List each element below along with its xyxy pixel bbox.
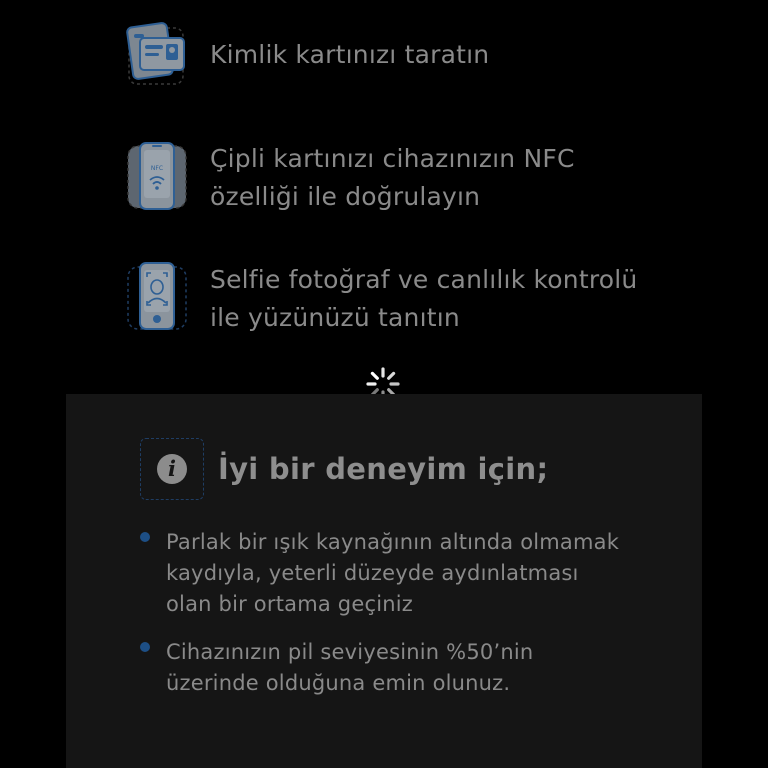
id-card-scan-icon — [126, 22, 188, 94]
step-scan-id-card: Kimlik kartınızı taratın — [126, 22, 489, 94]
bullet-dot-icon — [140, 642, 150, 652]
tip-text-battery: Cihazınızın pil seviyesinin %50’nin üzer… — [166, 640, 534, 695]
step-nfc-verify-text: Çipli kartınızı cihazınızın NFC özelliği… — [210, 144, 575, 211]
tips-list: Parlak bir ışık kaynağının altında olmam… — [140, 527, 660, 716]
nfc-phone-icon: NFC — [126, 140, 188, 212]
tip-item-lighting: Parlak bir ışık kaynağının altında olmam… — [140, 527, 660, 620]
face-scan-phone-icon — [126, 261, 188, 333]
tip-text-lighting: Parlak bir ışık kaynağının altında olmam… — [166, 530, 620, 616]
info-icon-frame: i — [140, 438, 204, 500]
tips-panel: i İyi bir deneyim için; Parlak bir ışık … — [66, 394, 702, 768]
step-selfie-liveness: Selfie fotoğraf ve canlılık kontrolü ile… — [126, 261, 637, 337]
verification-intro-screen: Kimlik kartınızı taratın NFC Çipli kartı… — [0, 0, 768, 768]
tip-item-battery: Cihazınızın pil seviyesinin %50’nin üzer… — [140, 637, 660, 699]
svg-text:NFC: NFC — [151, 165, 163, 172]
step-scan-id-card-text: Kimlik kartınızı taratın — [210, 40, 490, 69]
bullet-dot-icon — [140, 532, 150, 542]
step-selfie-liveness-text: Selfie fotoğraf ve canlılık kontrolü ile… — [210, 265, 638, 332]
step-nfc-verify: NFC Çipli kartınızı cihazınızın NFC özel… — [126, 140, 575, 216]
info-icon: i — [157, 454, 187, 484]
tips-title: İyi bir deneyim için; — [218, 452, 549, 486]
